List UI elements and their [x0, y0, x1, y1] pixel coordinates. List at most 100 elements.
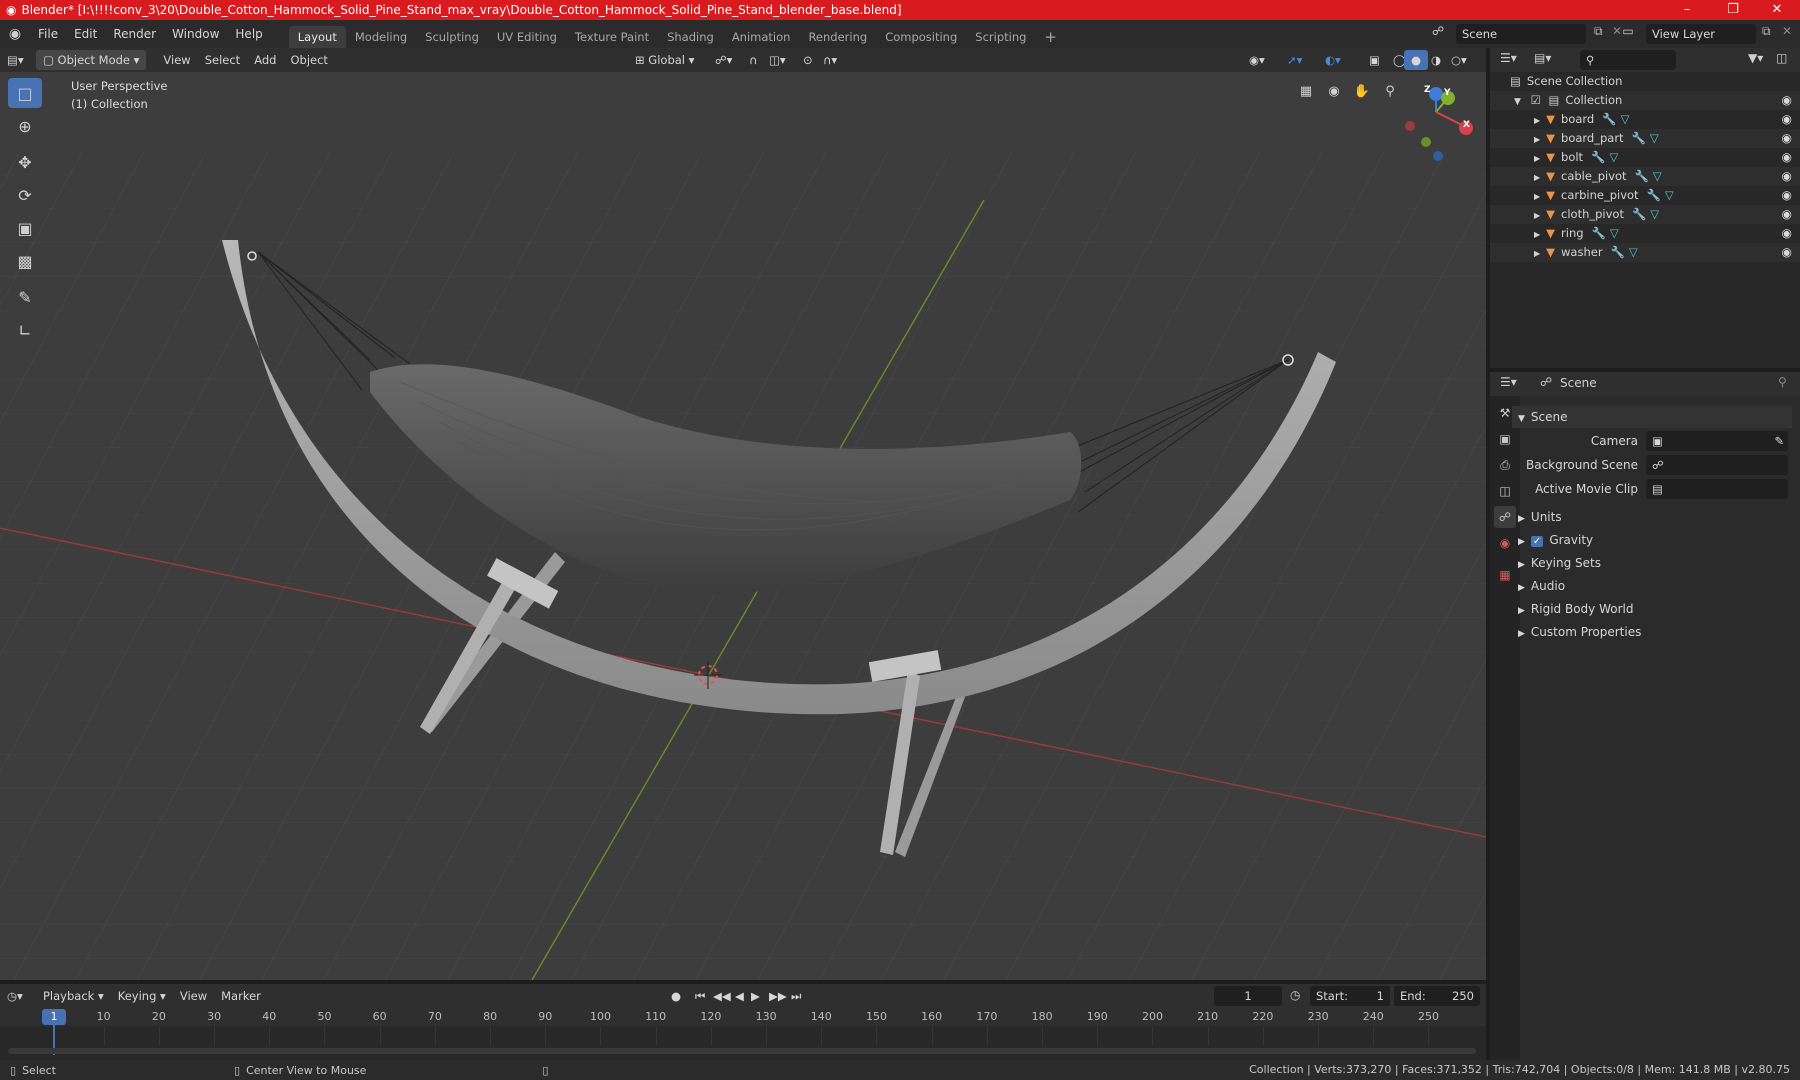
output-tab-icon[interactable]: ⎙ — [1494, 454, 1516, 476]
playhead-marker[interactable]: 1 — [42, 1009, 66, 1025]
expand-arrow-icon[interactable]: ▶ — [1534, 249, 1540, 258]
falloff-icon[interactable]: ∩▾ — [816, 50, 844, 70]
expand-arrow-icon[interactable]: ▼ — [1514, 97, 1521, 107]
tab-layout[interactable]: Layout — [288, 26, 346, 48]
outliner-item-board-part[interactable]: ▶ ▼ board_part 🔧 ▽ ◉ — [1490, 129, 1800, 148]
mesh-data-icon[interactable]: ▽ — [1665, 188, 1674, 202]
expand-arrow-icon[interactable]: ▶ — [1534, 173, 1540, 182]
outliner-scene-collection[interactable]: ▤ Scene Collection — [1490, 72, 1800, 91]
menu-edit[interactable]: Edit — [66, 20, 105, 48]
rendered-shading-icon[interactable]: ○▾ — [1444, 50, 1474, 70]
modifier-wrench-icon[interactable]: 🔧 — [1647, 188, 1661, 202]
menu-marker[interactable]: Marker — [214, 986, 268, 1006]
current-frame-field[interactable]: 1 — [1214, 986, 1282, 1006]
outliner-item-board[interactable]: ▶ ▼ board 🔧 ▽ ◉ — [1490, 110, 1800, 129]
outliner-item-ring[interactable]: ▶ ▼ ring 🔧 ▽ ◉ — [1490, 224, 1800, 243]
menu-select[interactable]: Select — [198, 50, 247, 70]
eye-icon[interactable]: ◉ — [1782, 91, 1792, 110]
tab-shading[interactable]: Shading — [658, 26, 723, 48]
mesh-data-icon[interactable]: ▽ — [1650, 207, 1659, 221]
expand-arrow-icon[interactable]: ▶ — [1534, 230, 1540, 239]
start-frame-field[interactable]: Start: 1 — [1310, 986, 1390, 1006]
pin-icon[interactable]: ⚲ — [1778, 375, 1787, 389]
stopwatch-icon[interactable]: ◷ — [1290, 988, 1300, 1002]
menu-timeline-view[interactable]: View — [173, 986, 214, 1006]
rigid-body-world-panel-header[interactable]: ▶ Rigid Body World — [1512, 598, 1792, 620]
camera-field[interactable]: ▣ ✎ — [1646, 431, 1788, 451]
eye-icon[interactable]: ◉ — [1782, 205, 1792, 224]
scale-tool-icon[interactable]: ▣ — [8, 213, 42, 243]
custom-properties-panel-header[interactable]: ▶ Custom Properties — [1512, 621, 1792, 643]
menu-file[interactable]: File — [30, 20, 66, 48]
eye-icon[interactable]: ◉ — [1782, 148, 1792, 167]
eye-icon[interactable]: ◉ — [1782, 243, 1792, 262]
add-workspace-button[interactable]: + — [1035, 26, 1066, 48]
menu-keying[interactable]: Keying ▾ — [111, 986, 173, 1006]
mesh-data-icon[interactable]: ▽ — [1610, 226, 1619, 240]
menu-help[interactable]: Help — [227, 20, 270, 48]
3d-viewport[interactable]: User Perspective (1) Collection Z Y X ▦ … — [0, 72, 1486, 980]
snap-target-icon[interactable]: ◫▾ — [762, 50, 793, 70]
eye-icon[interactable]: ◉ — [1782, 167, 1792, 186]
select-box-tool-icon[interactable]: □ — [8, 78, 42, 108]
properties-editor-type-icon[interactable]: ☰▾ — [1500, 375, 1517, 389]
tab-modeling[interactable]: Modeling — [346, 26, 416, 48]
timeline-scrollbar[interactable] — [8, 1048, 1476, 1054]
end-frame-field[interactable]: End: 250 — [1394, 986, 1480, 1006]
jump-end-button[interactable]: ⏭ — [784, 986, 808, 1006]
editor-type-icon[interactable]: ▤▾ — [0, 50, 36, 70]
menu-view[interactable]: View — [156, 50, 197, 70]
gizmo-z-label[interactable]: Z — [1424, 85, 1431, 95]
annotate-tool-icon[interactable]: ✎ — [8, 282, 42, 312]
modifier-wrench-icon[interactable]: 🔧 — [1635, 169, 1649, 183]
audio-panel-header[interactable]: ▶ Audio — [1512, 575, 1792, 597]
measure-tool-icon[interactable]: ∟ — [8, 315, 42, 345]
record-button[interactable]: ● — [664, 986, 688, 1006]
new-collection-icon[interactable]: ◫ — [1776, 51, 1787, 65]
modifier-wrench-icon[interactable]: 🔧 — [1632, 131, 1646, 145]
blender-menu-icon[interactable]: ◉ — [0, 26, 30, 42]
expand-arrow-icon[interactable]: ▶ — [1534, 116, 1540, 125]
view-layer-selector[interactable]: View Layer — [1646, 24, 1756, 44]
render-tab-icon[interactable]: ▣ — [1494, 428, 1516, 450]
outliner-editor-type-icon[interactable]: ☰▾ — [1500, 51, 1517, 65]
timeline-editor-type-icon[interactable]: ◷▾ — [0, 986, 36, 1006]
tab-uv-editing[interactable]: UV Editing — [488, 26, 566, 48]
mesh-data-icon[interactable]: ▽ — [1650, 131, 1659, 145]
tab-animation[interactable]: Animation — [723, 26, 800, 48]
outliner-item-carbine-pivot[interactable]: ▶ ▼ carbine_pivot 🔧 ▽ ◉ — [1490, 186, 1800, 205]
mesh-data-icon[interactable]: ▽ — [1621, 112, 1630, 126]
checkbox-icon[interactable]: ☑ — [1531, 93, 1541, 107]
modifier-wrench-icon[interactable]: 🔧 — [1591, 150, 1605, 164]
view-layer-tab-icon[interactable]: ◫ — [1494, 480, 1516, 502]
eye-icon[interactable]: ◉ — [1782, 110, 1792, 129]
rotate-tool-icon[interactable]: ⟳ — [8, 180, 42, 210]
cursor-tool-icon[interactable]: ⊕ — [8, 111, 42, 141]
eye-icon[interactable]: ◉ — [1782, 186, 1792, 205]
delete-view-layer-icon[interactable]: ✕ — [1782, 24, 1792, 38]
scene-panel-header[interactable]: ▼ Scene — [1512, 406, 1792, 428]
transform-tool-icon[interactable]: ▩ — [8, 246, 42, 276]
menu-add[interactable]: Add — [247, 50, 283, 70]
outliner-item-cable-pivot[interactable]: ▶ ▼ cable_pivot 🔧 ▽ ◉ — [1490, 167, 1800, 186]
xray-toggle-icon[interactable]: ▣ — [1362, 50, 1387, 70]
zoom-icon[interactable]: ⚲ — [1378, 80, 1402, 104]
modifier-wrench-icon[interactable]: 🔧 — [1592, 226, 1606, 240]
gravity-panel-header[interactable]: ▶ ✓ Gravity — [1512, 529, 1792, 551]
outliner-item-cloth-pivot[interactable]: ▶ ▼ cloth_pivot 🔧 ▽ ◉ — [1490, 205, 1800, 224]
timeline-track[interactable]: 10 20 30 40 50 60 70 80 90 100 110 120 130 140 150 160 1… — [0, 1008, 1486, 1060]
gizmo-x-label[interactable]: X — [1463, 120, 1470, 130]
menu-render[interactable]: Render — [105, 20, 164, 48]
outliner-item-washer[interactable]: ▶ ▼ washer 🔧 ▽ ◉ — [1490, 243, 1800, 262]
outliner-item-bolt[interactable]: ▶ ▼ bolt 🔧 ▽ ◉ — [1490, 148, 1800, 167]
menu-object[interactable]: Object — [283, 50, 334, 70]
modifier-wrench-icon[interactable]: 🔧 — [1602, 112, 1616, 126]
tab-scripting[interactable]: Scripting — [966, 26, 1035, 48]
display-mode-icon[interactable]: ▤▾ — [1534, 51, 1551, 65]
filter-icon[interactable]: ▼▾ — [1748, 51, 1763, 65]
expand-arrow-icon[interactable]: ▶ — [1534, 192, 1540, 201]
gizmo-y-label[interactable]: Y — [1444, 88, 1451, 98]
gizmo-toggle-icon[interactable]: ➚▾ — [1280, 50, 1309, 70]
toggle-camera-grid-icon[interactable]: ▦ — [1294, 80, 1318, 104]
scene-selector[interactable]: Scene — [1456, 24, 1586, 44]
